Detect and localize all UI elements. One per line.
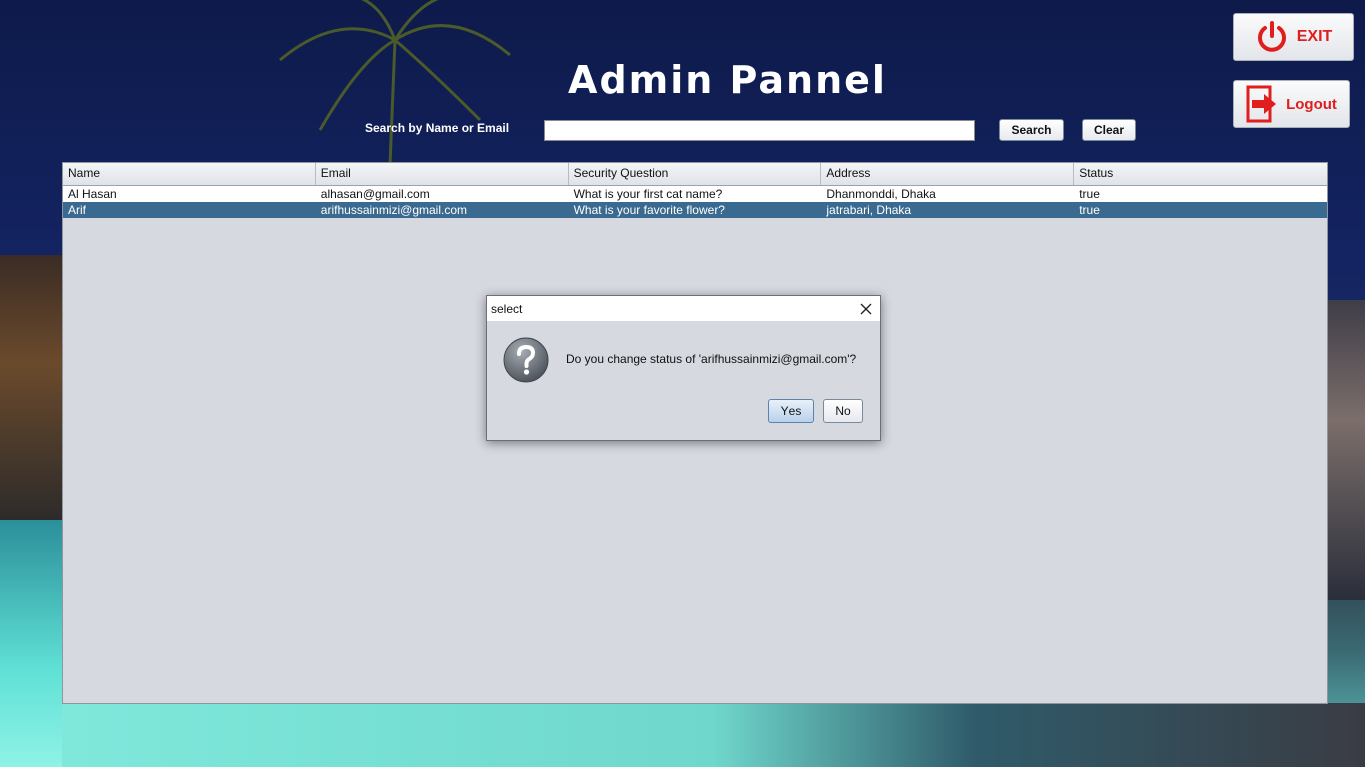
power-icon	[1257, 21, 1286, 52]
logout-label: Logout	[1286, 95, 1337, 113]
close-icon[interactable]	[856, 299, 876, 319]
yes-button[interactable]: Yes	[768, 399, 814, 423]
cell-security-question: What is your first cat name?	[573, 187, 723, 201]
yes-mnemonic: Y	[780, 404, 789, 418]
no-button[interactable]: No	[823, 399, 863, 423]
dialog-titlebar[interactable]: select	[487, 296, 880, 321]
cell-status: true	[1079, 203, 1100, 217]
dialog-title: select	[491, 301, 523, 316]
logout-icon	[1246, 85, 1277, 123]
column-header-address[interactable]: Address	[821, 163, 1075, 185]
dialog-message: Do you change status of 'arifhussainmizi…	[566, 352, 857, 366]
building-decoration-left	[0, 255, 62, 525]
column-header-security-question[interactable]: Security Question	[569, 163, 822, 185]
pool-bottom-decoration	[62, 703, 1365, 767]
column-header-email[interactable]: Email	[316, 163, 569, 185]
column-header-name[interactable]: Name	[63, 163, 316, 185]
exit-button[interactable]: EXIT	[1233, 13, 1354, 61]
search-button[interactable]: Search	[999, 119, 1064, 141]
clear-button[interactable]: Clear	[1082, 119, 1136, 141]
no-label-rest: o	[843, 404, 851, 418]
exit-label: EXIT	[1296, 28, 1333, 45]
yes-label-rest: es	[788, 404, 802, 418]
search-label: Search by Name or Email	[365, 121, 510, 135]
building-decoration-right	[1327, 300, 1365, 600]
cell-address: Dhanmonddi, Dhaka	[826, 187, 936, 201]
confirm-dialog: select Do you change status of 'arifhuss…	[486, 295, 881, 441]
table-row[interactable]: Al Hasan alhasan@gmail.com What is your …	[63, 186, 1327, 202]
cell-status: true	[1079, 187, 1100, 201]
table-row-selected[interactable]: Arif arifhussainmizi@gmail.com What is y…	[63, 202, 1327, 218]
page-title: Admin Pannel	[568, 58, 887, 102]
cell-name: Arif	[68, 203, 86, 217]
no-mnemonic: N	[835, 404, 844, 418]
cell-email: arifhussainmizi@gmail.com	[320, 203, 468, 217]
cell-name: Al Hasan	[68, 187, 117, 201]
cell-address: jatrabari, Dhaka	[826, 203, 912, 217]
cell-email: alhasan@gmail.com	[320, 187, 430, 201]
pool-decoration	[0, 520, 62, 767]
search-input[interactable]	[544, 120, 975, 141]
logout-button[interactable]: Logout	[1233, 80, 1350, 128]
column-header-status[interactable]: Status	[1074, 163, 1327, 185]
table-header: Name Email Security Question Address Sta…	[63, 163, 1327, 186]
cell-security-question: What is your favorite flower?	[573, 203, 725, 217]
question-icon	[503, 337, 549, 383]
